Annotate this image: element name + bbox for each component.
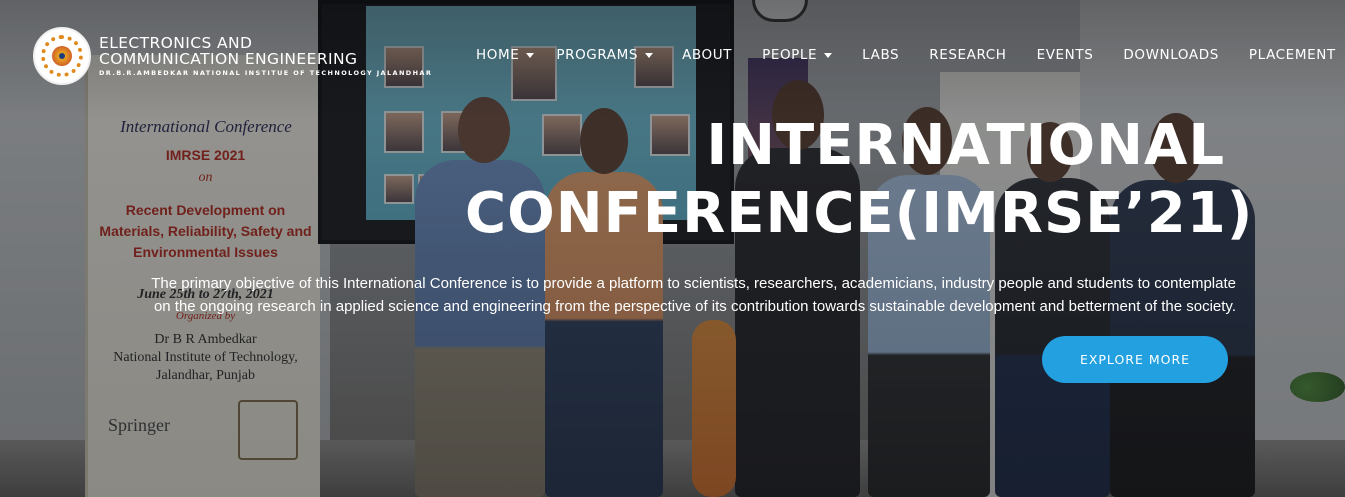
- nav-item-label: LABS: [862, 47, 900, 63]
- hero-title-line-2: CONFERENCE(IMRSE’21): [465, 181, 1254, 246]
- nav-item-research[interactable]: RESEARCH: [929, 47, 1006, 63]
- brand-subtitle: DR.B.R.AMBEDKAR NATIONAL INSTITUE OF TEC…: [99, 69, 433, 77]
- emblem-center: [59, 53, 65, 59]
- nav-item-downloads[interactable]: DOWNLOADS: [1123, 47, 1219, 63]
- nav-item-placement[interactable]: PLACEMENT: [1249, 47, 1336, 63]
- brand-text: ELECTRONICS AND COMMUNICATION ENGINEERIN…: [99, 27, 432, 77]
- hero-section: International Conference IMRSE 2021 on R…: [0, 0, 1345, 497]
- caret-down-icon: [824, 52, 833, 58]
- explore-more-button[interactable]: EXPLORE MORE: [1042, 336, 1228, 383]
- caret-down-icon: [526, 52, 535, 58]
- nav-item-label: PEOPLE: [762, 47, 818, 63]
- brand-line-2: COMMUNICATION ENGINEERING: [99, 50, 358, 68]
- brand-line-1: ELECTRONICS AND: [99, 34, 253, 52]
- nav-item-label: EVENTS: [1036, 47, 1094, 63]
- nav-item-labs[interactable]: LABS: [862, 47, 899, 63]
- nav-item-label: ABOUT: [682, 47, 733, 63]
- hero-description: The primary objective of this Internatio…: [151, 275, 1236, 315]
- site-brand[interactable]: ELECTRONICS AND COMMUNICATION ENGINEERIN…: [33, 27, 432, 87]
- institute-emblem-icon: [33, 27, 91, 85]
- nav-item-events[interactable]: EVENTS: [1037, 47, 1094, 63]
- nav-item-programs[interactable]: PROGRAMS: [556, 47, 654, 63]
- hero-title-line-1: INTERNATIONAL: [706, 113, 1225, 178]
- caret-down-icon: [645, 52, 654, 58]
- nav-item-label: PLACEMENT: [1248, 47, 1336, 63]
- nav-item-label: PROGRAMS: [556, 47, 639, 63]
- nav-item-label: HOME: [476, 47, 520, 63]
- nav-item-label: DOWNLOADS: [1123, 47, 1219, 63]
- nav-item-home[interactable]: HOME: [476, 47, 535, 63]
- nav-item-people[interactable]: PEOPLE: [762, 47, 833, 63]
- hero-title: INTERNATIONAL CONFERENCE(IMRSE’21): [465, 112, 1254, 248]
- nav-item-label: RESEARCH: [929, 47, 1007, 63]
- nav-item-about[interactable]: ABOUT: [682, 47, 732, 63]
- main-nav: HOME PROGRAMS ABOUT PEOPLE LABS RESEARCH…: [476, 47, 1336, 63]
